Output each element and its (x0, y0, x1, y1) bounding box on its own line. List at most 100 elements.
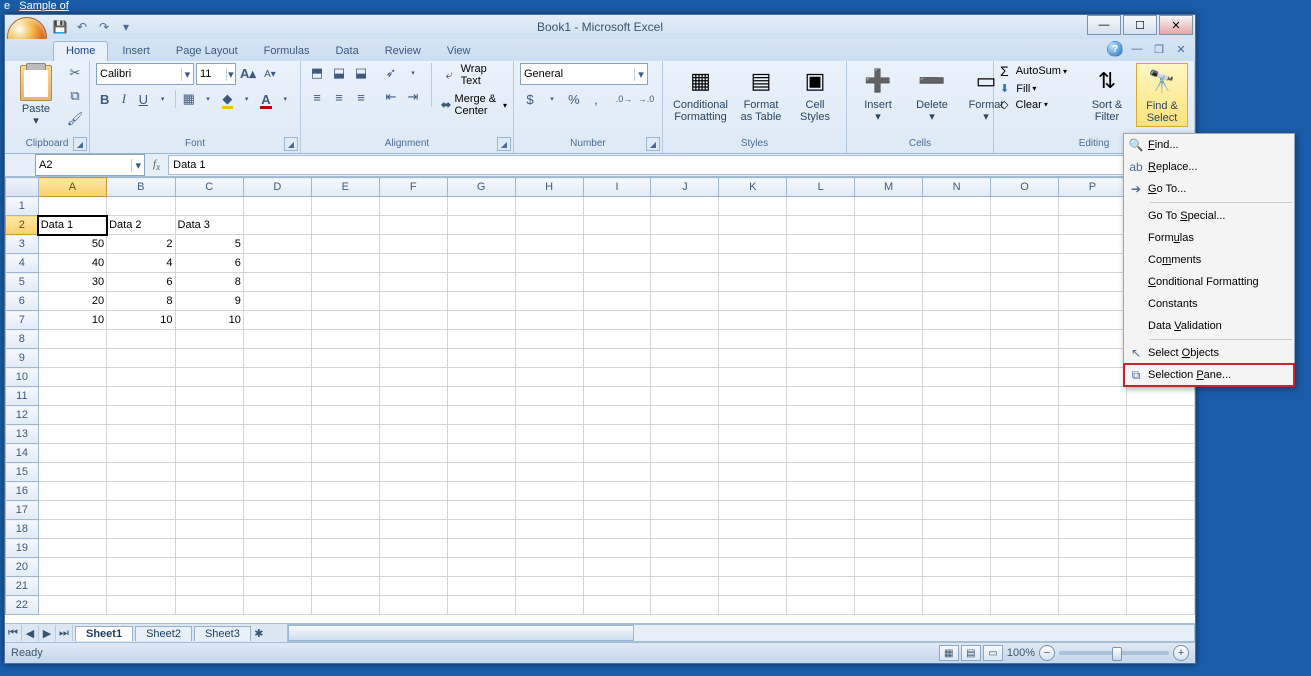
cell-B9[interactable] (107, 349, 175, 368)
view-break-icon[interactable]: ▭ (983, 645, 1003, 661)
fx-icon[interactable]: fx (153, 158, 160, 172)
cell-L10[interactable] (787, 368, 855, 387)
cell-I16[interactable] (583, 482, 651, 501)
column-header[interactable]: E (311, 178, 379, 197)
cell-B21[interactable] (107, 577, 175, 596)
insert-cells-button[interactable]: ➕Insert▾ (853, 63, 903, 125)
menu-item[interactable]: abReplace... (1124, 156, 1294, 178)
cell-P6[interactable] (1059, 292, 1127, 311)
cell-B15[interactable] (107, 463, 175, 482)
cell-M8[interactable] (855, 330, 923, 349)
column-header[interactable]: H (515, 178, 583, 197)
italic-button[interactable]: I (115, 89, 132, 109)
align-right-icon[interactable]: ≡ (351, 87, 371, 107)
cell-K21[interactable] (719, 577, 787, 596)
cell-D11[interactable] (243, 387, 311, 406)
row-header[interactable]: 3 (6, 235, 39, 254)
cell-Q16[interactable] (1126, 482, 1194, 501)
cell-F22[interactable] (379, 596, 447, 615)
cell-C17[interactable] (175, 501, 243, 520)
cell-C4[interactable]: 6 (175, 254, 243, 273)
align-top-icon[interactable]: ⬒ (307, 63, 327, 83)
bold-button[interactable]: B (96, 89, 113, 109)
cell-N11[interactable] (923, 387, 991, 406)
comma-icon[interactable]: , (586, 89, 606, 109)
cell-C8[interactable] (175, 330, 243, 349)
row-header[interactable]: 19 (6, 539, 39, 558)
cell-O22[interactable] (991, 596, 1059, 615)
cell-N14[interactable] (923, 444, 991, 463)
column-header[interactable]: N (923, 178, 991, 197)
cell-F14[interactable] (379, 444, 447, 463)
cell-L5[interactable] (787, 273, 855, 292)
cell-B6[interactable]: 8 (107, 292, 175, 311)
cell-L13[interactable] (787, 425, 855, 444)
cell-K19[interactable] (719, 539, 787, 558)
cell-A5[interactable]: 30 (38, 273, 106, 292)
close-button[interactable]: ✕ (1159, 15, 1193, 35)
cell-I6[interactable] (583, 292, 651, 311)
cell-A2[interactable]: Data 1 (38, 216, 106, 235)
cell-N5[interactable] (923, 273, 991, 292)
cell-K15[interactable] (719, 463, 787, 482)
grow-font-icon[interactable]: A▴ (238, 64, 258, 84)
cell-F20[interactable] (379, 558, 447, 577)
cell-Q17[interactable] (1126, 501, 1194, 520)
cell-G12[interactable] (447, 406, 515, 425)
font-name-combo[interactable]: ▾ (96, 63, 194, 85)
cell-D14[interactable] (243, 444, 311, 463)
cell-C1[interactable] (175, 197, 243, 216)
cell-M18[interactable] (855, 520, 923, 539)
cell-M3[interactable] (855, 235, 923, 254)
cell-C15[interactable] (175, 463, 243, 482)
cell-H22[interactable] (515, 596, 583, 615)
row-header[interactable]: 15 (6, 463, 39, 482)
cell-G7[interactable] (447, 311, 515, 330)
cell-I14[interactable] (583, 444, 651, 463)
minimize-button[interactable]: — (1087, 15, 1121, 35)
tab-data[interactable]: Data (323, 42, 370, 61)
column-header[interactable]: K (719, 178, 787, 197)
cell-E2[interactable] (311, 216, 379, 235)
help-icon[interactable]: ? (1107, 41, 1123, 57)
row-header[interactable]: 14 (6, 444, 39, 463)
cell-E5[interactable] (311, 273, 379, 292)
cell-D18[interactable] (243, 520, 311, 539)
number-launcher[interactable]: ◢ (646, 137, 660, 151)
doc-close-button[interactable]: ✕ (1173, 41, 1189, 57)
menu-item[interactable]: ↖Select Objects (1124, 342, 1294, 364)
row-header[interactable]: 4 (6, 254, 39, 273)
decrease-decimal-icon[interactable]: →.0 (636, 89, 656, 109)
column-header[interactable]: J (651, 178, 719, 197)
cell-E1[interactable] (311, 197, 379, 216)
cell-D6[interactable] (243, 292, 311, 311)
cell-F16[interactable] (379, 482, 447, 501)
cell-O21[interactable] (991, 577, 1059, 596)
cell-I20[interactable] (583, 558, 651, 577)
align-center-icon[interactable]: ≡ (329, 87, 349, 107)
cell-M13[interactable] (855, 425, 923, 444)
cell-J15[interactable] (651, 463, 719, 482)
cell-Q19[interactable] (1126, 539, 1194, 558)
cell-O19[interactable] (991, 539, 1059, 558)
cell-O2[interactable] (991, 216, 1059, 235)
cell-F11[interactable] (379, 387, 447, 406)
cell-D20[interactable] (243, 558, 311, 577)
column-header[interactable]: B (107, 178, 175, 197)
align-middle-icon[interactable]: ⬓ (329, 63, 349, 83)
menu-item[interactable]: Go To Special... (1124, 205, 1294, 227)
cell-F6[interactable] (379, 292, 447, 311)
cell-J21[interactable] (651, 577, 719, 596)
row-header[interactable]: 18 (6, 520, 39, 539)
cell-P1[interactable] (1059, 197, 1127, 216)
cell-N3[interactable] (923, 235, 991, 254)
column-header[interactable]: I (583, 178, 651, 197)
cell-B8[interactable] (107, 330, 175, 349)
cell-D5[interactable] (243, 273, 311, 292)
cell-C3[interactable]: 5 (175, 235, 243, 254)
cell-P2[interactable] (1059, 216, 1127, 235)
cell-I19[interactable] (583, 539, 651, 558)
cell-D22[interactable] (243, 596, 311, 615)
cell-C12[interactable] (175, 406, 243, 425)
cell-L16[interactable] (787, 482, 855, 501)
